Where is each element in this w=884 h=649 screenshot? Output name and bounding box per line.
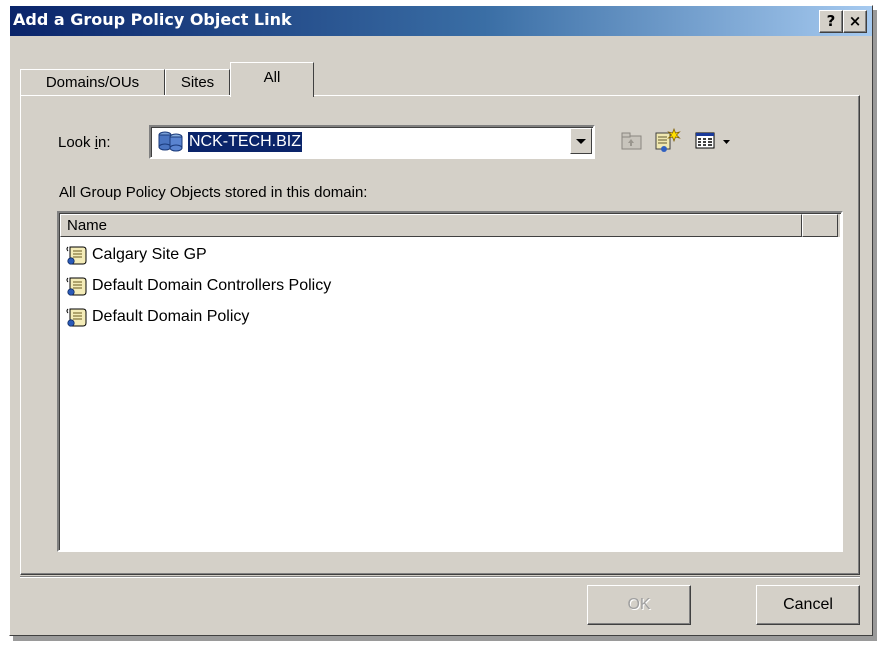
tab-sites[interactable]: Sites bbox=[165, 69, 230, 96]
gpo-scroll-icon bbox=[66, 308, 87, 327]
tab-label: Sites bbox=[180, 74, 215, 91]
column-header-label: Name bbox=[67, 217, 108, 234]
list-item-label: Default Domain Policy bbox=[92, 308, 250, 325]
look-in-label-prefix: Look bbox=[58, 134, 95, 151]
close-button[interactable]: × bbox=[843, 10, 867, 33]
chevron-down-icon[interactable] bbox=[721, 130, 733, 152]
gpo-scroll-icon bbox=[66, 277, 87, 296]
view-menu-icon[interactable] bbox=[694, 130, 718, 152]
look-in-label-suffix: n: bbox=[98, 134, 111, 151]
tab-domains-ous[interactable]: Domains/OUs bbox=[20, 69, 165, 96]
gpo-scroll-icon bbox=[66, 246, 87, 265]
tab-label: Domains/OUs bbox=[45, 74, 140, 91]
look-in-combobox[interactable]: NCK-TECH.BIZ bbox=[149, 125, 595, 159]
footer-separator bbox=[20, 576, 860, 578]
tab-label: All bbox=[263, 69, 281, 86]
list-item-label: Calgary Site GP bbox=[92, 246, 207, 263]
column-header-filler bbox=[802, 214, 838, 237]
help-button[interactable]: ? bbox=[819, 10, 843, 33]
chevron-down-icon bbox=[576, 139, 586, 144]
cancel-button[interactable]: Cancel bbox=[756, 585, 860, 625]
list-item[interactable]: Default Domain Controllers Policy bbox=[65, 273, 331, 304]
gpo-list[interactable]: Name Calgary Site GP Default Domain Cont… bbox=[57, 211, 843, 552]
title-bar: Add a Group Policy Object Link ? × bbox=[10, 6, 872, 36]
look-in-label: Look in: bbox=[58, 134, 111, 151]
domain-icon bbox=[158, 131, 183, 152]
dialog-window: Add a Group Policy Object Link ? × Domai… bbox=[9, 5, 873, 636]
list-item[interactable]: Default Domain Policy bbox=[65, 304, 331, 335]
list-rows: Calgary Site GP Default Domain Controlle… bbox=[65, 242, 331, 335]
list-item[interactable]: Calgary Site GP bbox=[65, 242, 331, 273]
window-title: Add a Group Policy Object Link bbox=[13, 10, 292, 29]
gpo-list-caption: All Group Policy Objects stored in this … bbox=[59, 184, 368, 201]
new-gpo-icon[interactable] bbox=[652, 127, 682, 155]
look-in-value: NCK-TECH.BIZ bbox=[188, 132, 302, 152]
column-header-name[interactable]: Name bbox=[60, 214, 802, 237]
up-folder-icon[interactable] bbox=[620, 130, 644, 152]
look-in-dropdown-button[interactable] bbox=[570, 128, 592, 154]
list-header: Name bbox=[60, 214, 840, 237]
list-item-label: Default Domain Controllers Policy bbox=[92, 277, 332, 294]
ok-button[interactable]: OK bbox=[587, 585, 691, 625]
tab-all[interactable]: All bbox=[230, 62, 314, 97]
